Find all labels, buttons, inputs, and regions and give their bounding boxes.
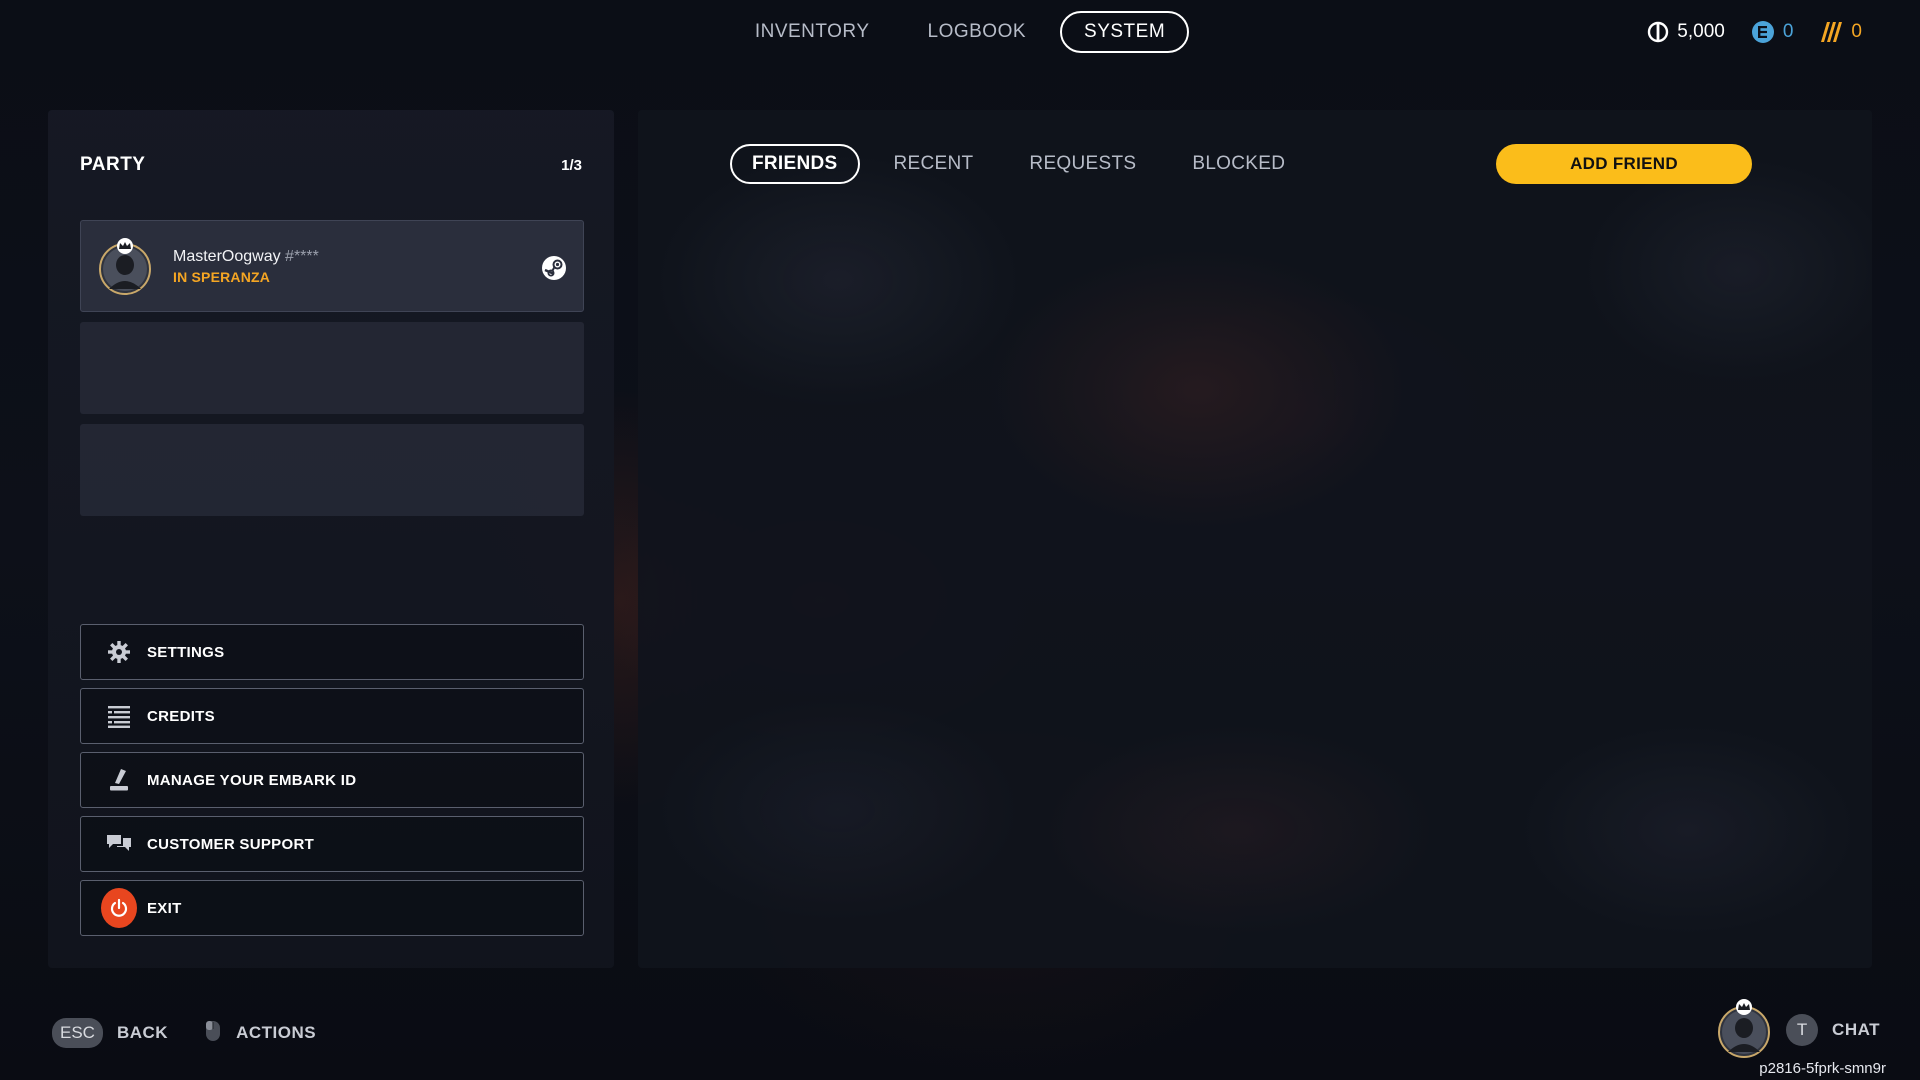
bottom-hints: ESC BACK ACTIONS	[52, 1018, 316, 1048]
embark-id-icon	[101, 762, 137, 798]
tab-inventory[interactable]: INVENTORY	[731, 11, 894, 53]
multibucks-icon	[1819, 20, 1843, 44]
empty-party-slot[interactable]	[80, 424, 584, 516]
exit-label: EXIT	[147, 899, 182, 917]
tab-logbook[interactable]: LOGBOOK	[904, 11, 1051, 53]
member-status: IN SPERANZA	[173, 269, 271, 285]
member-username: MasterOogway	[173, 248, 281, 265]
party-panel: PARTY 1/3 MasterOogway #**** IN SPERANZA	[48, 110, 614, 968]
power-icon-wrapper	[101, 888, 137, 928]
manage-embark-id-label: MANAGE YOUR EMBARK ID	[147, 771, 357, 789]
settings-button[interactable]: SETTINGS	[80, 624, 584, 680]
credits-button[interactable]: CREDITS	[80, 688, 584, 744]
credits-label: CREDITS	[147, 707, 215, 725]
top-nav: INVENTORY LOGBOOK SYSTEM	[0, 11, 1920, 53]
party-member-slot[interactable]: MasterOogway #**** IN SPERANZA	[80, 220, 584, 312]
add-friend-button[interactable]: ADD FRIEND	[1496, 144, 1752, 184]
coins-balance: 5,000	[1647, 21, 1725, 43]
party-title: PARTY	[80, 154, 146, 175]
exit-button[interactable]: EXIT	[80, 880, 584, 936]
steam-icon	[541, 255, 567, 281]
chat-key-hint[interactable]: T	[1786, 1013, 1819, 1046]
party-header: PARTY 1/3	[80, 154, 582, 176]
esc-key-hint[interactable]: ESC	[52, 1018, 103, 1048]
tickets-balance: 0	[1751, 20, 1794, 44]
empty-party-slot[interactable]	[80, 322, 584, 414]
actions-button[interactable]: ACTIONS	[236, 1023, 316, 1043]
friends-panel: FRIENDS RECENT REQUESTS BLOCKED ADD FRIE…	[638, 110, 1872, 968]
chat-button[interactable]: CHAT	[1832, 1020, 1880, 1040]
mouse-icon	[204, 1019, 222, 1048]
currency-display: 5,000 0 0	[1647, 18, 1862, 46]
member-info: MasterOogway #**** IN SPERANZA	[173, 248, 319, 285]
multibucks-value: 0	[1851, 21, 1862, 42]
tickets-value: 0	[1782, 21, 1794, 42]
power-icon	[101, 888, 137, 928]
avatar	[97, 237, 153, 295]
chat-bubbles-icon	[101, 826, 137, 862]
tab-requests[interactable]: REQUESTS	[1007, 144, 1158, 184]
back-button[interactable]: BACK	[117, 1023, 168, 1043]
coins-value: 5,000	[1677, 21, 1725, 42]
ticket-icon	[1751, 20, 1775, 44]
member-name: MasterOogway #****	[173, 248, 319, 266]
customer-support-button[interactable]: CUSTOMER SUPPORT	[80, 816, 584, 872]
coins-icon	[1647, 21, 1669, 43]
friends-tab-bar: FRIENDS RECENT REQUESTS BLOCKED	[730, 144, 1307, 184]
gear-icon	[101, 634, 137, 670]
player-id: p2816-5fprk-smn9r	[1759, 1060, 1886, 1077]
list-icon	[101, 698, 137, 734]
chat-hint: T CHAT	[1716, 996, 1880, 1063]
settings-label: SETTINGS	[147, 643, 225, 661]
party-count: 1/3	[561, 156, 582, 174]
tab-recent[interactable]: RECENT	[872, 144, 996, 184]
tab-blocked[interactable]: BLOCKED	[1170, 144, 1307, 184]
tab-friends[interactable]: FRIENDS	[730, 144, 860, 184]
customer-support-label: CUSTOMER SUPPORT	[147, 835, 315, 853]
avatar[interactable]	[1716, 996, 1772, 1063]
manage-embark-id-button[interactable]: MANAGE YOUR EMBARK ID	[80, 752, 584, 808]
multibucks-balance: 0	[1819, 20, 1862, 44]
tab-system[interactable]: SYSTEM	[1060, 11, 1190, 53]
member-tag: #****	[285, 248, 319, 265]
